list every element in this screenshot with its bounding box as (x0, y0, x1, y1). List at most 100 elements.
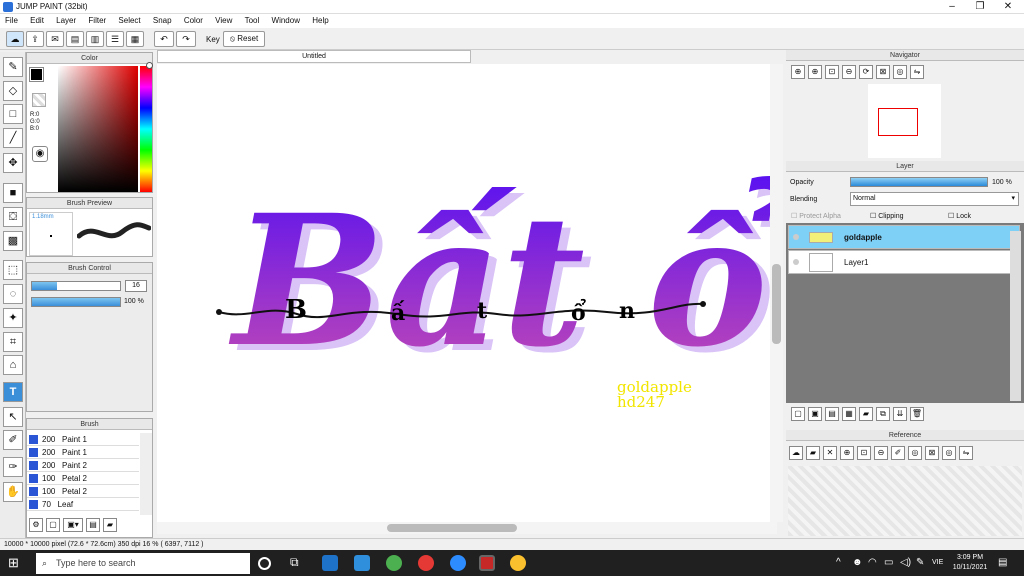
menu-view[interactable]: View (210, 14, 237, 25)
duplicate-layer-icon[interactable]: ⧉ (876, 407, 890, 421)
blending-select[interactable]: Normal ▾ (850, 192, 1019, 206)
notification-icon[interactable]: ▤ (998, 557, 1007, 568)
redo-icon[interactable]: ↷ (176, 31, 196, 47)
language-indicator[interactable]: VIE (932, 559, 943, 566)
chat-icon[interactable]: ▤ (66, 31, 84, 47)
operation-icon[interactable]: ↖ (3, 407, 23, 427)
zoom-fit-icon[interactable]: ⊕ (791, 65, 805, 79)
brush-list-scrollbar[interactable] (140, 433, 152, 515)
tray-people-icon[interactable]: ☻ (852, 557, 863, 568)
chrome-icon[interactable] (510, 555, 526, 571)
brush-size-value[interactable]: 16 (125, 280, 147, 292)
navigator-viewport-rect[interactable] (878, 108, 918, 136)
comment-icon[interactable]: ✉ (46, 31, 64, 47)
tray-chevron-icon[interactable]: ^ (836, 557, 841, 568)
menu-color[interactable]: Color (179, 14, 208, 25)
bucket-icon[interactable]: ⛋ (3, 207, 23, 227)
brush-menu-icon[interactable]: ▣▾ (63, 518, 83, 532)
trash-icon[interactable]: 🗑 (910, 407, 924, 421)
select-pen-icon[interactable]: ⌗ (3, 332, 23, 352)
ref-fit-window-icon[interactable]: ⊠ (925, 446, 939, 460)
browser-icon[interactable] (386, 555, 402, 571)
zoom-actual-icon[interactable]: ⊡ (825, 65, 839, 79)
folder-icon[interactable]: ▰ (859, 407, 873, 421)
menu-help[interactable]: Help (307, 14, 333, 25)
zoom-out-icon[interactable]: ⊖ (842, 65, 856, 79)
lock-checkbox[interactable]: ☐ Lock (948, 212, 971, 220)
flip-icon[interactable]: ⇋ (910, 65, 924, 79)
ref-fit-icon[interactable]: ⊡ (857, 446, 871, 460)
menu-filter[interactable]: Filter (83, 14, 111, 25)
ref-flip-icon[interactable]: ⇋ (959, 446, 973, 460)
canvas-vertical-scrollbar[interactable] (770, 64, 783, 522)
gradient-icon[interactable]: ▩ (3, 231, 23, 251)
fit-window-icon[interactable]: ⊠ (876, 65, 890, 79)
magic-wand-icon[interactable]: ✦ (3, 308, 23, 328)
list-item[interactable]: 200 Paint 1 (27, 446, 139, 459)
move-icon[interactable]: ✥ (3, 153, 23, 173)
maximize-button[interactable]: ❐ (966, 0, 994, 14)
document-icon[interactable]: ▥ (86, 31, 104, 47)
ref-zoom-out-icon[interactable]: ⊖ (874, 446, 888, 460)
layer-visibility-icon[interactable] (793, 234, 799, 240)
open-folder-icon[interactable]: ▰ (806, 446, 820, 460)
task-view-icon[interactable]: ⧉ (290, 555, 306, 571)
upload-icon[interactable]: ⇪ (26, 31, 44, 47)
new-8bit-layer-icon[interactable]: ▣ (808, 407, 822, 421)
lasso-icon[interactable]: ◌ (3, 284, 23, 304)
cloud-download-icon[interactable]: ☁ (789, 446, 803, 460)
list-item[interactable]: 100 Petal 2 (27, 485, 139, 498)
rotate-icon[interactable]: ⟳ (859, 65, 873, 79)
brush-size-slider[interactable] (31, 281, 121, 291)
select-eraser-icon[interactable]: ⌂ (3, 355, 23, 375)
layer-visibility-icon[interactable] (793, 259, 799, 265)
ref-eyedropper-icon[interactable]: ✐ (891, 446, 905, 460)
ref-reset-icon[interactable]: ◎ (942, 446, 956, 460)
jump-paint-taskbar-icon[interactable] (479, 555, 495, 571)
fill-rect-icon[interactable]: ■ (3, 183, 23, 203)
menu-snap[interactable]: Snap (148, 14, 177, 25)
canvas-horizontal-scrollbar[interactable] (157, 522, 777, 534)
battery-icon[interactable]: ▭ (884, 557, 893, 568)
clock[interactable]: 3:09 PM 10/11/2021 (950, 553, 990, 573)
layer-list-scrollbar[interactable] (1010, 231, 1021, 401)
line-icon[interactable]: ╱ (3, 128, 23, 148)
new-brush-icon[interactable]: ▢ (46, 518, 60, 532)
hue-slider[interactable] (140, 66, 152, 192)
list-item[interactable]: 70 Leaf (27, 498, 139, 511)
layer-row-goldapple[interactable]: goldapple (788, 225, 1020, 249)
brush-settings-icon[interactable]: ⚙ (29, 518, 43, 532)
list-item[interactable]: 200 Paint 1 (27, 433, 139, 446)
ref-zoom-in-icon[interactable]: ⊕ (840, 446, 854, 460)
reference-viewer[interactable] (788, 466, 1022, 536)
protect-alpha-checkbox[interactable]: ☐ Protect Alpha (791, 212, 841, 220)
horizontal-scroll-thumb[interactable] (387, 524, 517, 532)
eyedropper-icon[interactable]: ✐ (3, 430, 23, 450)
zoom-in-icon[interactable]: ⊕ (808, 65, 822, 79)
hand-icon[interactable]: ✋ (3, 482, 23, 502)
reset-button[interactable]: ⦸ Reset (223, 31, 265, 47)
hue-handle[interactable] (146, 62, 153, 69)
cortana-icon[interactable] (258, 557, 271, 570)
pen-tray-icon[interactable]: ✎ (916, 557, 924, 568)
menu-tool[interactable]: Tool (240, 14, 265, 25)
menu-file[interactable]: File (0, 14, 23, 25)
close-ref-icon[interactable]: ✕ (823, 446, 837, 460)
eraser-icon[interactable]: ◇ (3, 81, 23, 101)
tone-layer-icon[interactable]: ▦ (842, 407, 856, 421)
canvas[interactable]: Bất ổn Bất ổn B ấ t ổ n goldapple hd247 (157, 64, 907, 522)
list-icon[interactable]: ☰ (106, 31, 124, 47)
minimize-button[interactable]: – (938, 0, 966, 14)
mail-icon[interactable] (322, 555, 338, 571)
opera-icon[interactable] (418, 555, 434, 571)
select-rect-icon[interactable]: ⬚ (3, 260, 23, 280)
undo-icon[interactable]: ↶ (154, 31, 174, 47)
list-item[interactable]: 200 Paint 2 (27, 459, 139, 472)
list-item[interactable]: 100 Petal 2 (27, 472, 139, 485)
ref-rotate-icon[interactable]: ◎ (908, 446, 922, 460)
vertical-scroll-thumb[interactable] (772, 264, 781, 344)
windows-start-icon[interactable]: ⊞ (8, 556, 22, 570)
menu-window[interactable]: Window (267, 14, 305, 25)
text-tool-icon[interactable]: T (3, 382, 23, 402)
list-detail-icon[interactable]: ▦ (126, 31, 144, 47)
